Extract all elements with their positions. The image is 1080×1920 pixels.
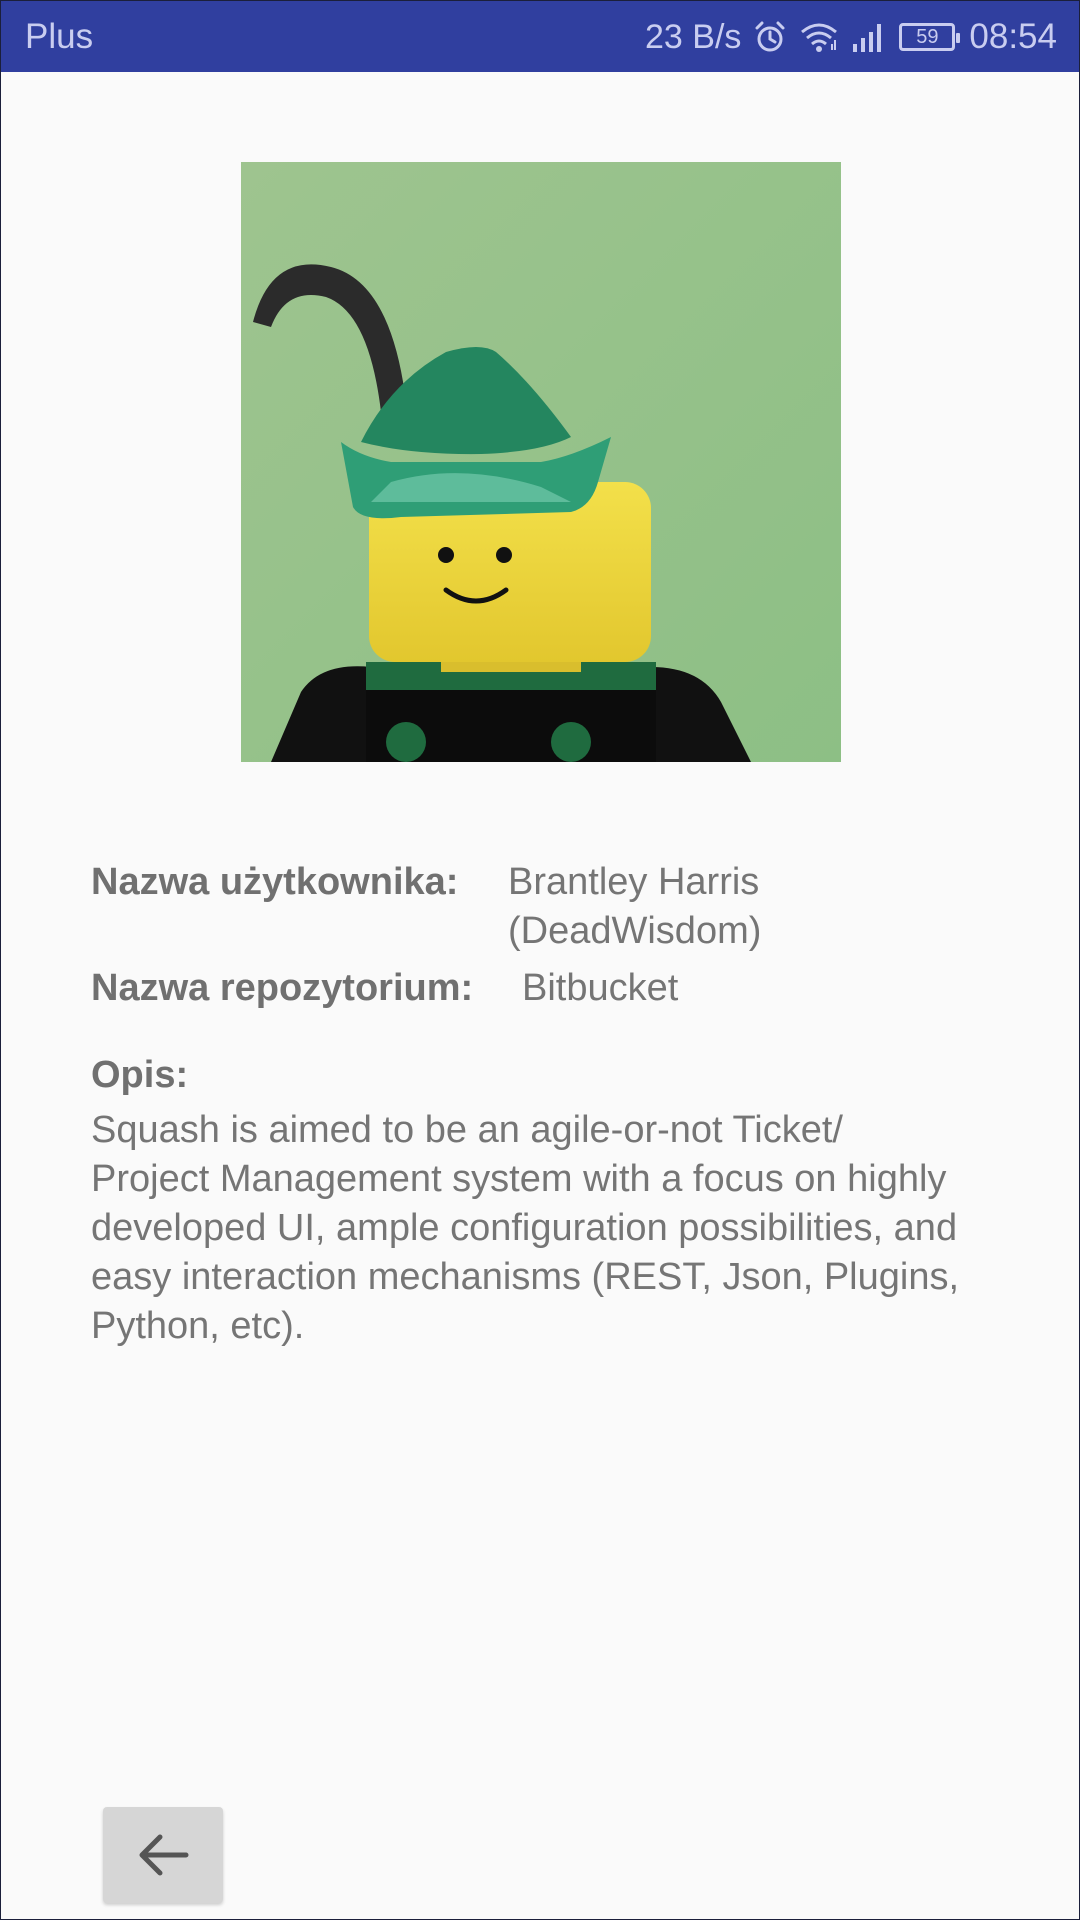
lego-minifigure-avatar: [241, 162, 841, 762]
user-avatar: [241, 162, 841, 762]
network-speed: 23 B/s: [645, 17, 742, 56]
battery-level: 59: [916, 25, 939, 48]
user-name-line1: Brantley Harris: [508, 861, 760, 903]
battery-icon: 59: [899, 23, 961, 51]
repository-info: Nazwa użytkownika: Brantley Harris (Dead…: [91, 858, 991, 1351]
carrier-name: Plus: [25, 17, 94, 56]
arrow-left-icon: [139, 1834, 189, 1876]
wifi-icon: [799, 20, 839, 54]
back-button[interactable]: [103, 1807, 223, 1903]
user-name: Brantley Harris (DeadWisdom): [508, 858, 838, 956]
user-name-line2: (DeadWisdom): [508, 910, 762, 952]
description-label: Opis:: [91, 1054, 189, 1096]
signal-icon: [851, 20, 887, 54]
repo-label: Nazwa repozytorium:: [91, 967, 474, 1009]
status-bar: Plus 23 B/s 59 08:54: [1, 1, 1079, 72]
user-row: Nazwa użytkownika: Brantley Harris (Dead…: [91, 858, 991, 956]
description-text: Squash is aimed to be an agile-or-not Ti…: [91, 1109, 960, 1347]
screen: Plus 23 B/s 59 08:54 Nazwa użytkownika: …: [0, 0, 1080, 1920]
status-icons: 23 B/s 59 08:54: [645, 15, 1057, 59]
alarm-icon: [753, 20, 787, 54]
repo-name: Bitbucket: [522, 967, 679, 1009]
user-label: Nazwa użytkownika:: [91, 861, 459, 903]
repo-row: Nazwa repozytorium: Bitbucket: [91, 964, 991, 1013]
clock: 08:54: [969, 17, 1057, 56]
